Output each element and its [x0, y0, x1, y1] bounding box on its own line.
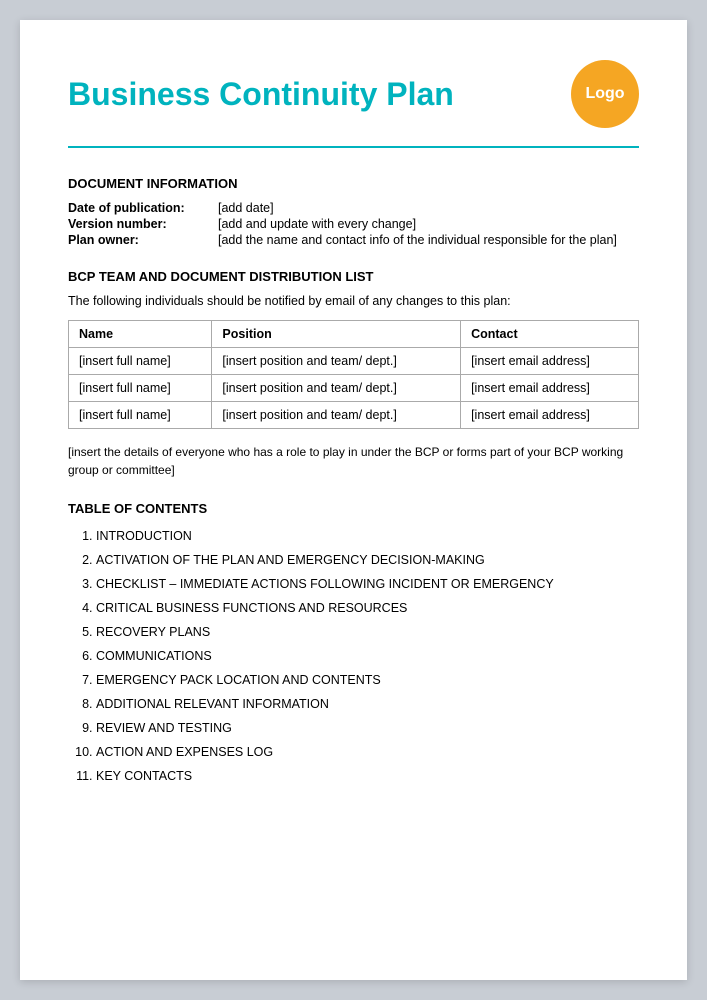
list-item: COMMUNICATIONS [96, 646, 639, 666]
distribution-table: NamePositionContact [insert full name][i… [68, 320, 639, 429]
page: Business Continuity Plan Logo DOCUMENT I… [20, 20, 687, 980]
doc-info-row: Plan owner:[add the name and contact inf… [68, 233, 639, 247]
doc-info-value: [add and update with every change] [218, 217, 416, 231]
list-item: INTRODUCTION [96, 526, 639, 546]
table-cell: [insert full name] [69, 348, 212, 375]
doc-info-table: Date of publication:[add date]Version nu… [68, 201, 639, 247]
doc-info-label: Version number: [68, 217, 218, 231]
table-cell: [insert position and team/ dept.] [212, 402, 461, 429]
doc-info-label: Plan owner: [68, 233, 218, 247]
toc-title: TABLE OF CONTENTS [68, 501, 639, 516]
list-item: CHECKLIST – IMMEDIATE ACTIONS FOLLOWING … [96, 574, 639, 594]
header-divider [68, 146, 639, 148]
distribution-table-body: [insert full name][insert position and t… [69, 348, 639, 429]
bcp-team-section: BCP TEAM AND DOCUMENT DISTRIBUTION LIST … [68, 269, 639, 479]
list-item: RECOVERY PLANS [96, 622, 639, 642]
table-header-cell: Position [212, 321, 461, 348]
list-item: EMERGENCY PACK LOCATION AND CONTENTS [96, 670, 639, 690]
table-cell: [insert position and team/ dept.] [212, 348, 461, 375]
table-cell: [insert email address] [461, 348, 639, 375]
list-item: CRITICAL BUSINESS FUNCTIONS AND RESOURCE… [96, 598, 639, 618]
list-item: ADDITIONAL RELEVANT INFORMATION [96, 694, 639, 714]
logo: Logo [571, 60, 639, 128]
header: Business Continuity Plan Logo [68, 60, 639, 128]
bcp-insert-note: [insert the details of everyone who has … [68, 443, 639, 479]
table-header-cell: Contact [461, 321, 639, 348]
document-information-section: DOCUMENT INFORMATION Date of publication… [68, 176, 639, 247]
list-item: ACTION AND EXPENSES LOG [96, 742, 639, 762]
doc-info-label: Date of publication: [68, 201, 218, 215]
table-row: [insert full name][insert position and t… [69, 402, 639, 429]
distribution-table-header: NamePositionContact [69, 321, 639, 348]
page-title: Business Continuity Plan [68, 76, 454, 113]
doc-info-row: Date of publication:[add date] [68, 201, 639, 215]
doc-info-value: [add the name and contact info of the in… [218, 233, 617, 247]
bcp-team-title: BCP TEAM AND DOCUMENT DISTRIBUTION LIST [68, 269, 639, 284]
doc-info-value: [add date] [218, 201, 274, 215]
table-row: [insert full name][insert position and t… [69, 348, 639, 375]
table-header-cell: Name [69, 321, 212, 348]
list-item: REVIEW AND TESTING [96, 718, 639, 738]
table-cell: [insert full name] [69, 375, 212, 402]
list-item: ACTIVATION OF THE PLAN AND EMERGENCY DEC… [96, 550, 639, 570]
toc-list: INTRODUCTION ACTIVATION OF THE PLAN AND E… [68, 526, 639, 786]
table-cell: [insert email address] [461, 402, 639, 429]
table-cell: [insert email address] [461, 375, 639, 402]
document-information-title: DOCUMENT INFORMATION [68, 176, 639, 191]
list-item: KEY CONTACTS [96, 766, 639, 786]
table-cell: [insert full name] [69, 402, 212, 429]
table-row: [insert full name][insert position and t… [69, 375, 639, 402]
toc-section: TABLE OF CONTENTS INTRODUCTION ACTIVATION… [68, 501, 639, 786]
table-cell: [insert position and team/ dept.] [212, 375, 461, 402]
distribution-header-row: NamePositionContact [69, 321, 639, 348]
bcp-description: The following individuals should be noti… [68, 294, 639, 308]
doc-info-row: Version number:[add and update with ever… [68, 217, 639, 231]
